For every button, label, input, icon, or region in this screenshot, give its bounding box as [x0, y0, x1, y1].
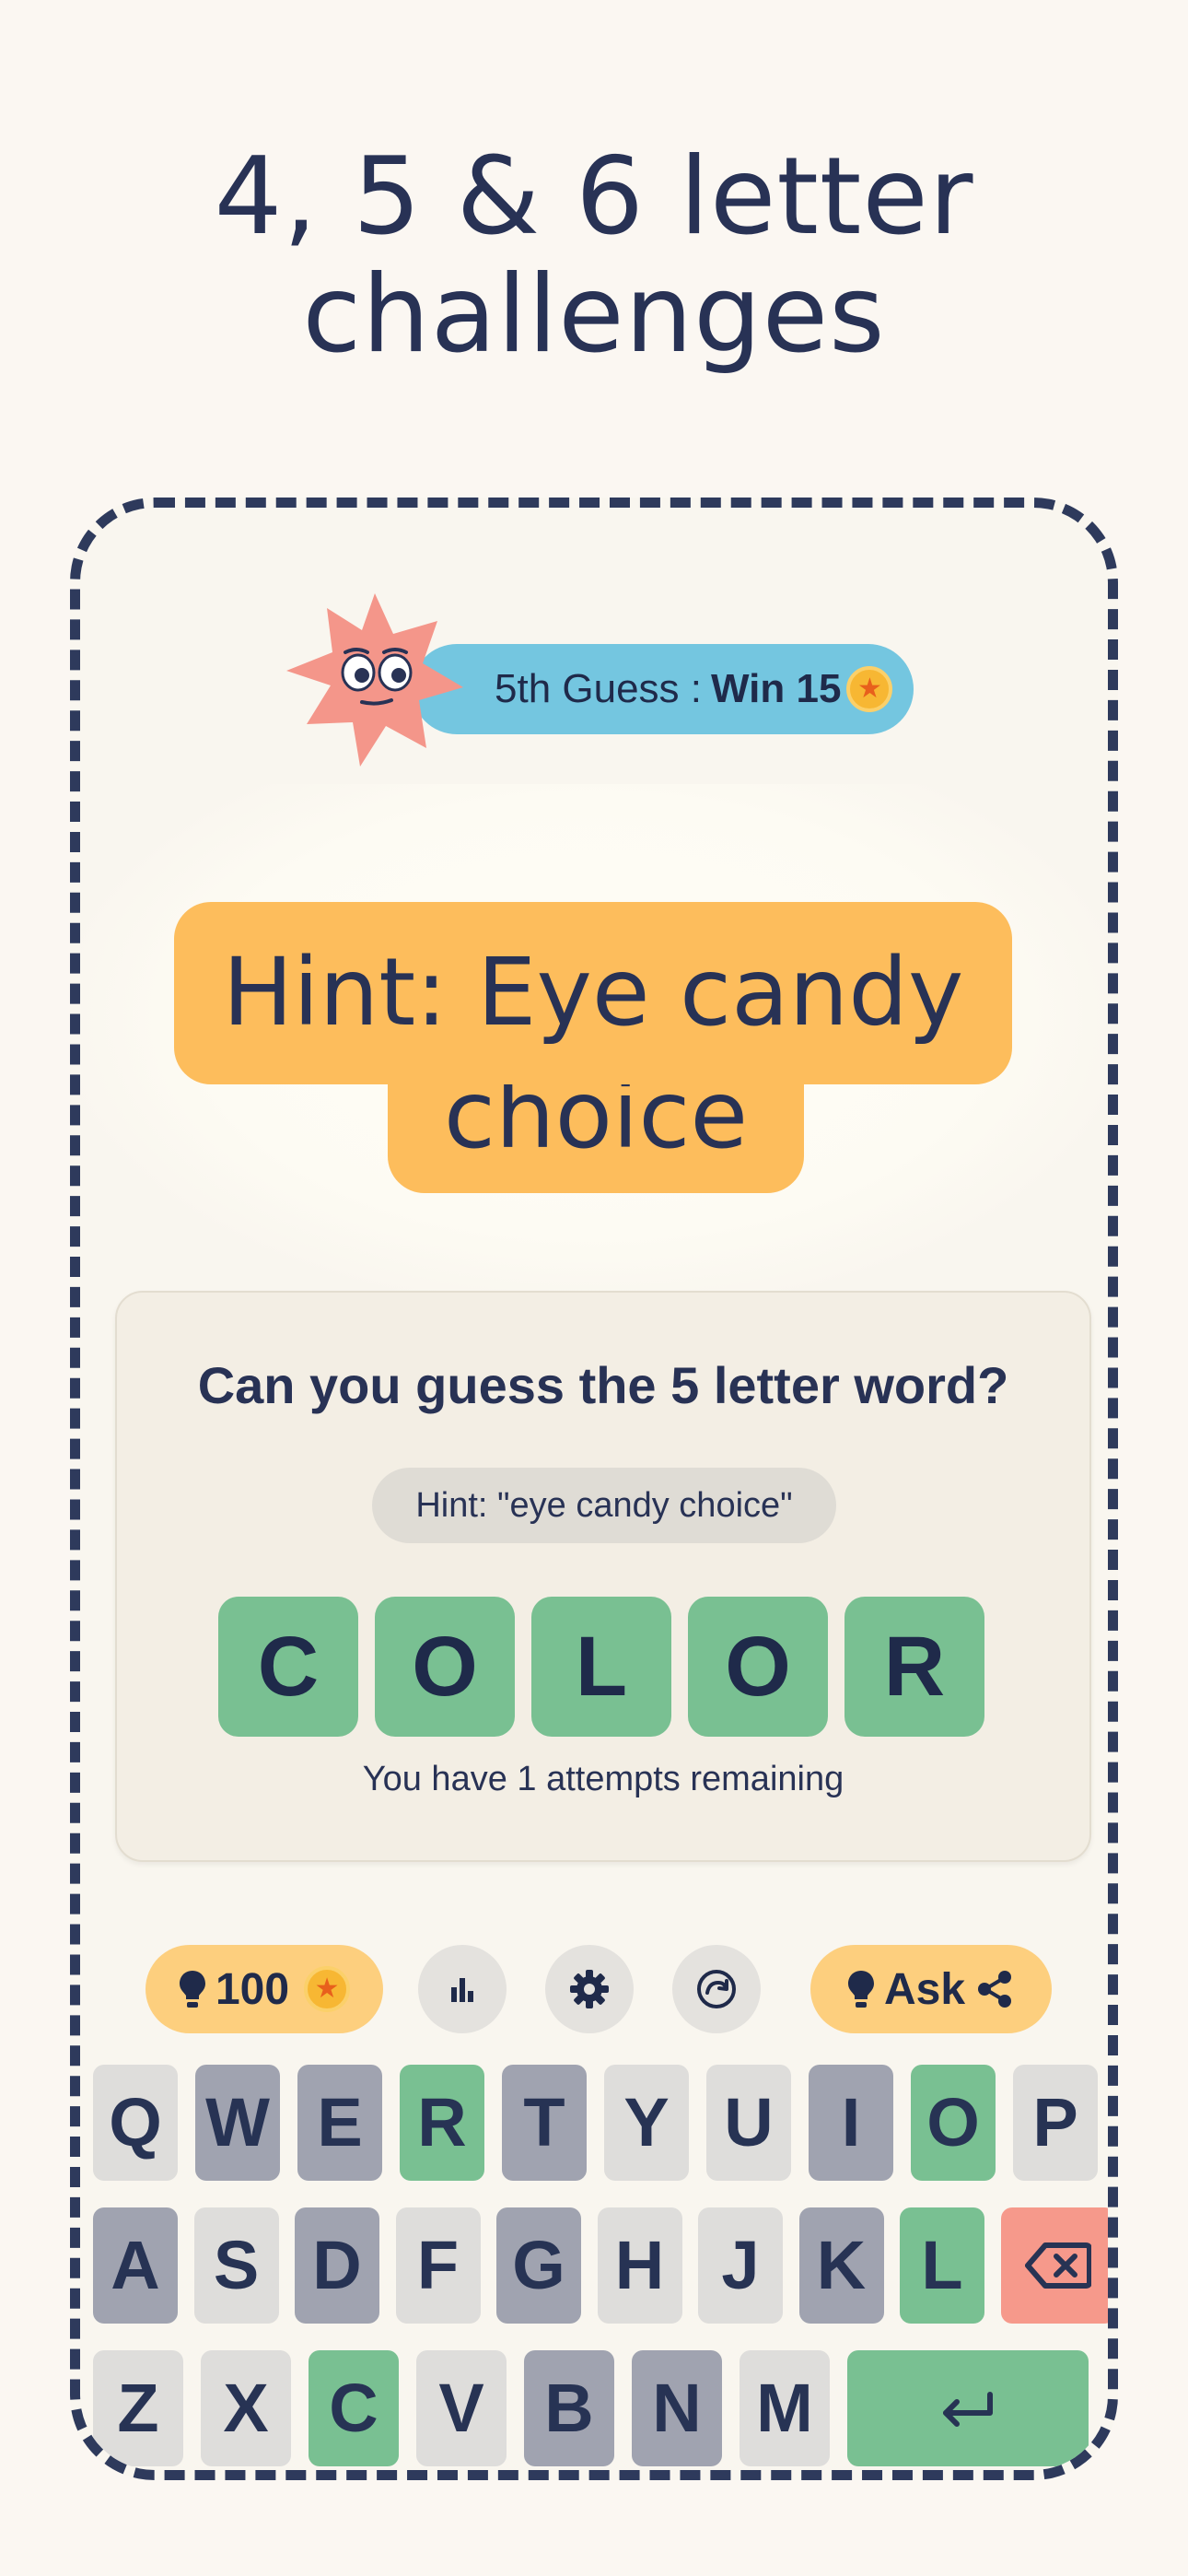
key-l[interactable]: L [900, 2207, 984, 2324]
headline-line-2: challenges [302, 252, 886, 377]
answer-tiles: C O L O R [218, 1597, 984, 1737]
coin-icon [846, 666, 893, 712]
key-i[interactable]: I [809, 2065, 893, 2181]
coin-icon [304, 1966, 351, 2012]
key-g[interactable]: G [496, 2207, 581, 2324]
phone-frame: 5th Guess : Win 15 choice Hint: Eye cand… [70, 498, 1118, 2480]
game-card: Can you guess the 5 letter word? Hint: "… [115, 1291, 1091, 1862]
key-y[interactable]: Y [604, 2065, 689, 2181]
key-u[interactable]: U [706, 2065, 791, 2181]
star-mascot-icon [286, 593, 463, 767]
key-k[interactable]: K [798, 2207, 884, 2324]
ask-friend-button[interactable]: Ask [810, 1945, 1052, 2033]
key-c[interactable]: C [309, 2350, 399, 2466]
gear-icon [570, 1970, 609, 2008]
key-f[interactable]: F [395, 2207, 481, 2324]
key-d[interactable]: D [295, 2207, 379, 2324]
backspace-icon [1024, 2242, 1092, 2289]
letter-tile: O [375, 1597, 515, 1737]
guess-reward-pill: 5th Guess : Win 15 [412, 644, 914, 734]
enter-icon [943, 2392, 993, 2427]
key-m[interactable]: M [740, 2350, 830, 2466]
guess-number-text: 5th Guess : [495, 666, 703, 711]
refresh-icon [697, 1970, 736, 2008]
key-v[interactable]: V [416, 2350, 507, 2466]
key-h[interactable]: H [597, 2207, 682, 2324]
stats-icon [451, 1978, 473, 2002]
key-z[interactable]: Z [93, 2350, 183, 2466]
key-t[interactable]: T [502, 2065, 587, 2181]
key-r[interactable]: R [400, 2065, 484, 2181]
headline: 4, 5 & 6 letter challenges [0, 138, 1188, 374]
letter-tile: L [531, 1597, 671, 1737]
guess-reward-badge: 5th Guess : Win 15 [283, 586, 927, 770]
hint-bubble: Hint: Eye candy [174, 902, 1012, 1084]
toolbar: 100 ★ Ask [80, 1945, 1108, 2033]
key-b[interactable]: B [524, 2350, 614, 2466]
backspace-key[interactable] [1000, 2207, 1108, 2324]
hint-bubble-line-1: Hint: Eye candy [222, 938, 964, 1048]
headline-line-1: 4, 5 & 6 letter [214, 135, 974, 259]
key-a[interactable]: A [93, 2207, 178, 2324]
card-title: Can you guess the 5 letter word? [197, 1356, 1009, 1414]
key-x[interactable]: X [201, 2350, 291, 2466]
key-e[interactable]: E [297, 2065, 382, 2181]
key-q[interactable]: Q [93, 2065, 178, 2181]
key-s[interactable]: S [193, 2207, 279, 2324]
lightbulb-icon [179, 1971, 205, 2008]
enter-key[interactable] [847, 2350, 1089, 2466]
hints-button[interactable]: 100 [146, 1945, 383, 2033]
key-o[interactable]: O [911, 2065, 996, 2181]
key-n[interactable]: N [632, 2350, 722, 2466]
attempts-remaining: You have 1 attempts remaining [362, 1760, 844, 1798]
hint-chip: Hint: "eye candy choice" [372, 1468, 836, 1543]
lightbulb-icon [847, 1971, 874, 2008]
key-p[interactable]: P [1013, 2065, 1098, 2181]
key-w[interactable]: W [195, 2065, 280, 2181]
letter-tile: R [844, 1597, 984, 1737]
letter-tile: O [688, 1597, 828, 1737]
stats-button[interactable] [418, 1945, 507, 2033]
key-j[interactable]: J [698, 2207, 783, 2324]
letter-tile: C [218, 1597, 358, 1737]
ask-label: Ask [883, 1964, 966, 2014]
hints-count: 100 [215, 1964, 290, 2014]
reset-button[interactable] [672, 1945, 761, 2033]
win-amount-text: Win 15 [711, 666, 842, 711]
settings-button[interactable] [545, 1945, 634, 2033]
share-icon [978, 1971, 1012, 2008]
